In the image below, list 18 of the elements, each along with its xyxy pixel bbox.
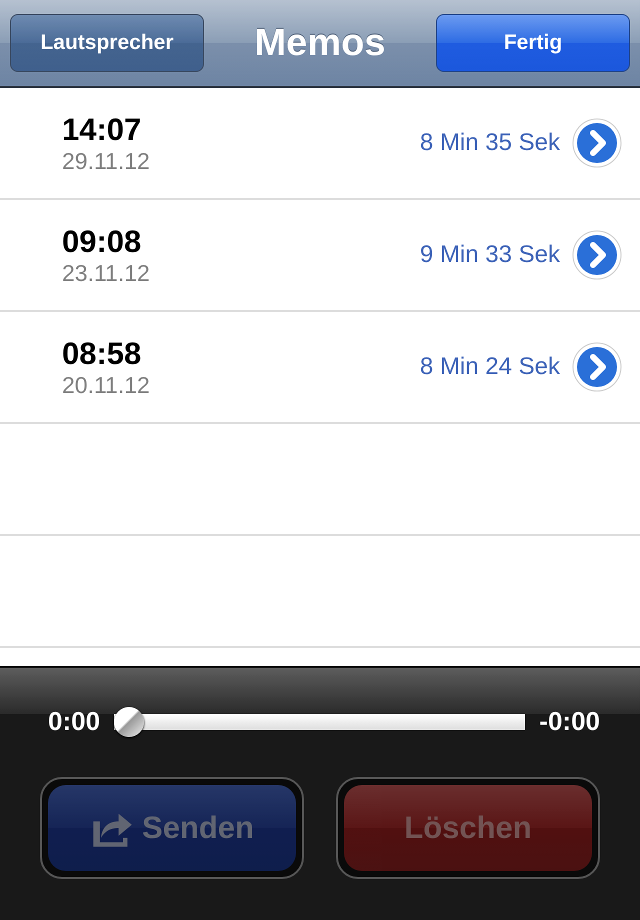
done-button[interactable]: Fertig	[436, 14, 630, 72]
title: Memos	[254, 22, 386, 64]
slider-thumb[interactable]	[114, 706, 144, 736]
detail-disclosure-icon[interactable]	[572, 342, 622, 392]
elapsed-time: 0:00	[48, 706, 100, 737]
remaining-time: -0:00	[539, 706, 600, 737]
detail-disclosure-icon[interactable]	[572, 118, 622, 168]
memo-date: 20.11.12	[62, 372, 151, 398]
memo-date: 29.11.12	[62, 148, 151, 174]
memo-time: 14:07	[62, 112, 142, 148]
speaker-button[interactable]: Lautsprecher	[10, 14, 204, 72]
memo-duration: 8 Min 35 Sek	[420, 129, 560, 157]
memo-duration: 9 Min 33 Sek	[420, 241, 560, 269]
memo-time: 09:08	[62, 224, 142, 260]
memo-duration: 8 Min 24 Sek	[420, 353, 560, 381]
memo-time: 08:58	[62, 336, 142, 372]
detail-disclosure-icon[interactable]	[572, 230, 622, 280]
memo-date: 23.11.12	[62, 260, 151, 286]
